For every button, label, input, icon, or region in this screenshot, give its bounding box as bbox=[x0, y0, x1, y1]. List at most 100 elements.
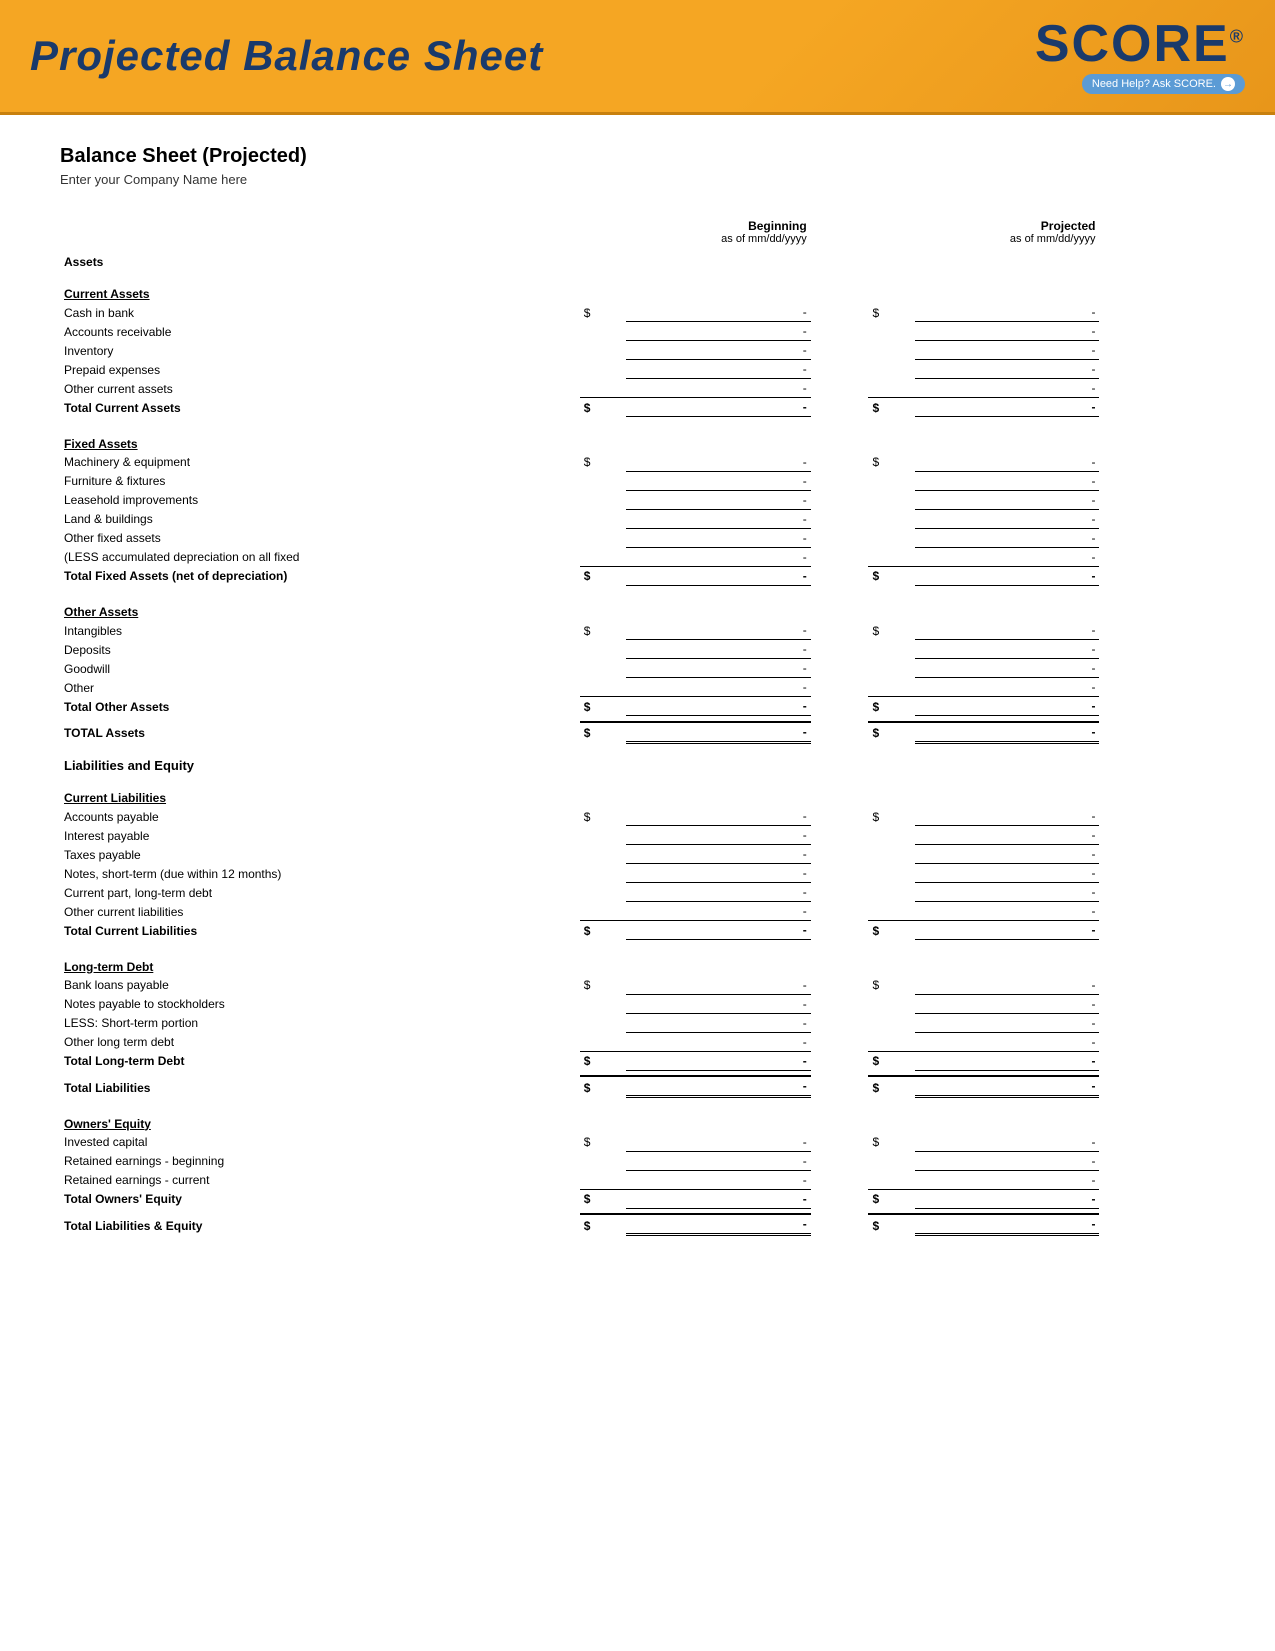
proj-value[interactable]: - bbox=[915, 303, 1100, 322]
list-item: Other current assets - - bbox=[60, 379, 1215, 398]
item-label: Intangibles bbox=[60, 621, 580, 640]
beg-dollar: $ bbox=[580, 303, 626, 322]
list-item: Notes payable to stockholders - - bbox=[60, 994, 1215, 1013]
item-label: Other current liabilities bbox=[60, 902, 580, 921]
page-title: Projected Balance Sheet bbox=[30, 32, 543, 80]
item-label: Taxes payable bbox=[60, 845, 580, 864]
list-item: Interest payable - - bbox=[60, 826, 1215, 845]
projected-label: Projected bbox=[872, 219, 1095, 233]
list-item: (LESS accumulated depreciation on all fi… bbox=[60, 547, 1215, 566]
tagline-arrow-icon: → bbox=[1221, 77, 1235, 91]
proj-value[interactable]: - bbox=[915, 341, 1100, 360]
list-item: Accounts payable $ - $ - bbox=[60, 807, 1215, 826]
proj-value[interactable]: - bbox=[915, 379, 1100, 398]
item-label: Notes payable to stockholders bbox=[60, 994, 580, 1013]
beg-value[interactable]: - bbox=[626, 360, 811, 379]
proj-value[interactable]: - bbox=[915, 360, 1100, 379]
beg-value[interactable]: - bbox=[626, 322, 811, 341]
total-liabilities-equity-row: Total Liabilities & Equity $ - $ - bbox=[60, 1214, 1215, 1235]
item-label: LESS: Short-term portion bbox=[60, 1013, 580, 1032]
total-other-assets-row: Total Other Assets $ - $ - bbox=[60, 697, 1215, 716]
list-item: Bank loans payable $ - $ - bbox=[60, 976, 1215, 995]
column-header-row: Beginning as of mm/dd/yyyy Projected as … bbox=[60, 217, 1215, 247]
beginning-date: as of mm/dd/yyyy bbox=[584, 233, 807, 245]
other-assets-heading: Other Assets bbox=[60, 591, 580, 621]
document-title: Balance Sheet (Projected) bbox=[60, 145, 1215, 168]
list-item: Deposits - - bbox=[60, 640, 1215, 659]
item-label: Current part, long-term debt bbox=[60, 883, 580, 902]
list-item: Cash in bank $ - $ - bbox=[60, 303, 1215, 322]
total-assets-row: TOTAL Assets $ - $ - bbox=[60, 722, 1215, 743]
current-assets-heading-row: Current Assets bbox=[60, 273, 1215, 303]
total-current-liabilities-row: Total Current Liabilities $ - $ - bbox=[60, 921, 1215, 940]
owners-equity-heading-row: Owners' Equity bbox=[60, 1103, 1215, 1133]
longterm-debt-heading-row: Long-term Debt bbox=[60, 946, 1215, 976]
list-item: Invested capital $ - $ - bbox=[60, 1133, 1215, 1152]
item-label: Other fixed assets bbox=[60, 528, 580, 547]
item-label: Land & buildings bbox=[60, 509, 580, 528]
assets-label: Assets bbox=[60, 247, 580, 273]
item-label: Accounts payable bbox=[60, 807, 580, 826]
current-liabilities-heading: Current Liabilities bbox=[60, 777, 580, 807]
total-current-assets-row: Total Current Assets $ - $ - bbox=[60, 398, 1215, 417]
score-logo: SCORE® Need Help? Ask SCORE. → bbox=[1035, 18, 1245, 94]
item-label: Retained earnings - current bbox=[60, 1170, 580, 1189]
item-label: Notes, short-term (due within 12 months) bbox=[60, 864, 580, 883]
total-liabilities-label: Total Liabilities bbox=[60, 1076, 580, 1097]
list-item: Other - - bbox=[60, 678, 1215, 697]
item-label: Bank loans payable bbox=[60, 976, 580, 995]
beg-value[interactable]: - bbox=[626, 453, 811, 472]
current-liabilities-heading-row: Current Liabilities bbox=[60, 777, 1215, 807]
list-item: Retained earnings - current - - bbox=[60, 1170, 1215, 1189]
total-owners-equity-label: Total Owners' Equity bbox=[60, 1189, 580, 1208]
total-fixed-assets-label: Total Fixed Assets (net of depreciation) bbox=[60, 566, 580, 585]
total-beg-value[interactable]: - bbox=[626, 398, 811, 417]
list-item: Land & buildings - - bbox=[60, 509, 1215, 528]
beg-value[interactable]: - bbox=[626, 303, 811, 322]
item-label: Goodwill bbox=[60, 659, 580, 678]
current-assets-heading: Current Assets bbox=[60, 273, 580, 303]
company-name-placeholder[interactable]: Enter your Company Name here bbox=[60, 172, 1215, 187]
beg-value[interactable]: - bbox=[626, 379, 811, 398]
owners-equity-heading: Owners' Equity bbox=[60, 1103, 580, 1133]
score-brand: SCORE® bbox=[1035, 18, 1245, 70]
item-label: Retained earnings - beginning bbox=[60, 1151, 580, 1170]
proj-value[interactable]: - bbox=[915, 322, 1100, 341]
proj-value[interactable]: - bbox=[915, 453, 1100, 472]
list-item: Other fixed assets - - bbox=[60, 528, 1215, 547]
beginning-label: Beginning bbox=[584, 219, 807, 233]
item-label: Inventory bbox=[60, 341, 580, 360]
total-liabilities-equity-label: Total Liabilities & Equity bbox=[60, 1214, 580, 1235]
list-item: LESS: Short-term portion - - bbox=[60, 1013, 1215, 1032]
item-label: Machinery & equipment bbox=[60, 453, 580, 472]
list-item: Intangibles $ - $ - bbox=[60, 621, 1215, 640]
item-label: Interest payable bbox=[60, 826, 580, 845]
total-proj-value[interactable]: - bbox=[915, 398, 1100, 417]
item-label: Cash in bank bbox=[60, 303, 580, 322]
score-tagline[interactable]: Need Help? Ask SCORE. → bbox=[1082, 74, 1245, 94]
total-fixed-assets-row: Total Fixed Assets (net of depreciation)… bbox=[60, 566, 1215, 585]
fixed-assets-heading-row: Fixed Assets bbox=[60, 423, 1215, 453]
item-label: Other long term debt bbox=[60, 1032, 580, 1051]
item-label: Other bbox=[60, 678, 580, 697]
other-assets-heading-row: Other Assets bbox=[60, 591, 1215, 621]
total-current-assets-label: Total Current Assets bbox=[60, 398, 580, 417]
list-item: Taxes payable - - bbox=[60, 845, 1215, 864]
item-label: Accounts receivable bbox=[60, 322, 580, 341]
item-label: Invested capital bbox=[60, 1133, 580, 1152]
beg-value[interactable]: - bbox=[626, 341, 811, 360]
total-current-liabilities-label: Total Current Liabilities bbox=[60, 921, 580, 940]
longterm-debt-heading: Long-term Debt bbox=[60, 946, 580, 976]
liabilities-equity-label: Liabilities and Equity bbox=[60, 748, 580, 777]
total-owners-equity-row: Total Owners' Equity $ - $ - bbox=[60, 1189, 1215, 1208]
list-item: Goodwill - - bbox=[60, 659, 1215, 678]
total-longterm-debt-row: Total Long-term Debt $ - $ - bbox=[60, 1051, 1215, 1070]
main-content: Balance Sheet (Projected) Enter your Com… bbox=[0, 115, 1275, 1266]
list-item: Machinery & equipment $ - $ - bbox=[60, 453, 1215, 472]
assets-label-row: Assets bbox=[60, 247, 1215, 273]
item-label: Leasehold improvements bbox=[60, 490, 580, 509]
list-item: Notes, short-term (due within 12 months)… bbox=[60, 864, 1215, 883]
total-other-assets-label: Total Other Assets bbox=[60, 697, 580, 716]
item-label: Prepaid expenses bbox=[60, 360, 580, 379]
item-label: (LESS accumulated depreciation on all fi… bbox=[60, 547, 580, 566]
